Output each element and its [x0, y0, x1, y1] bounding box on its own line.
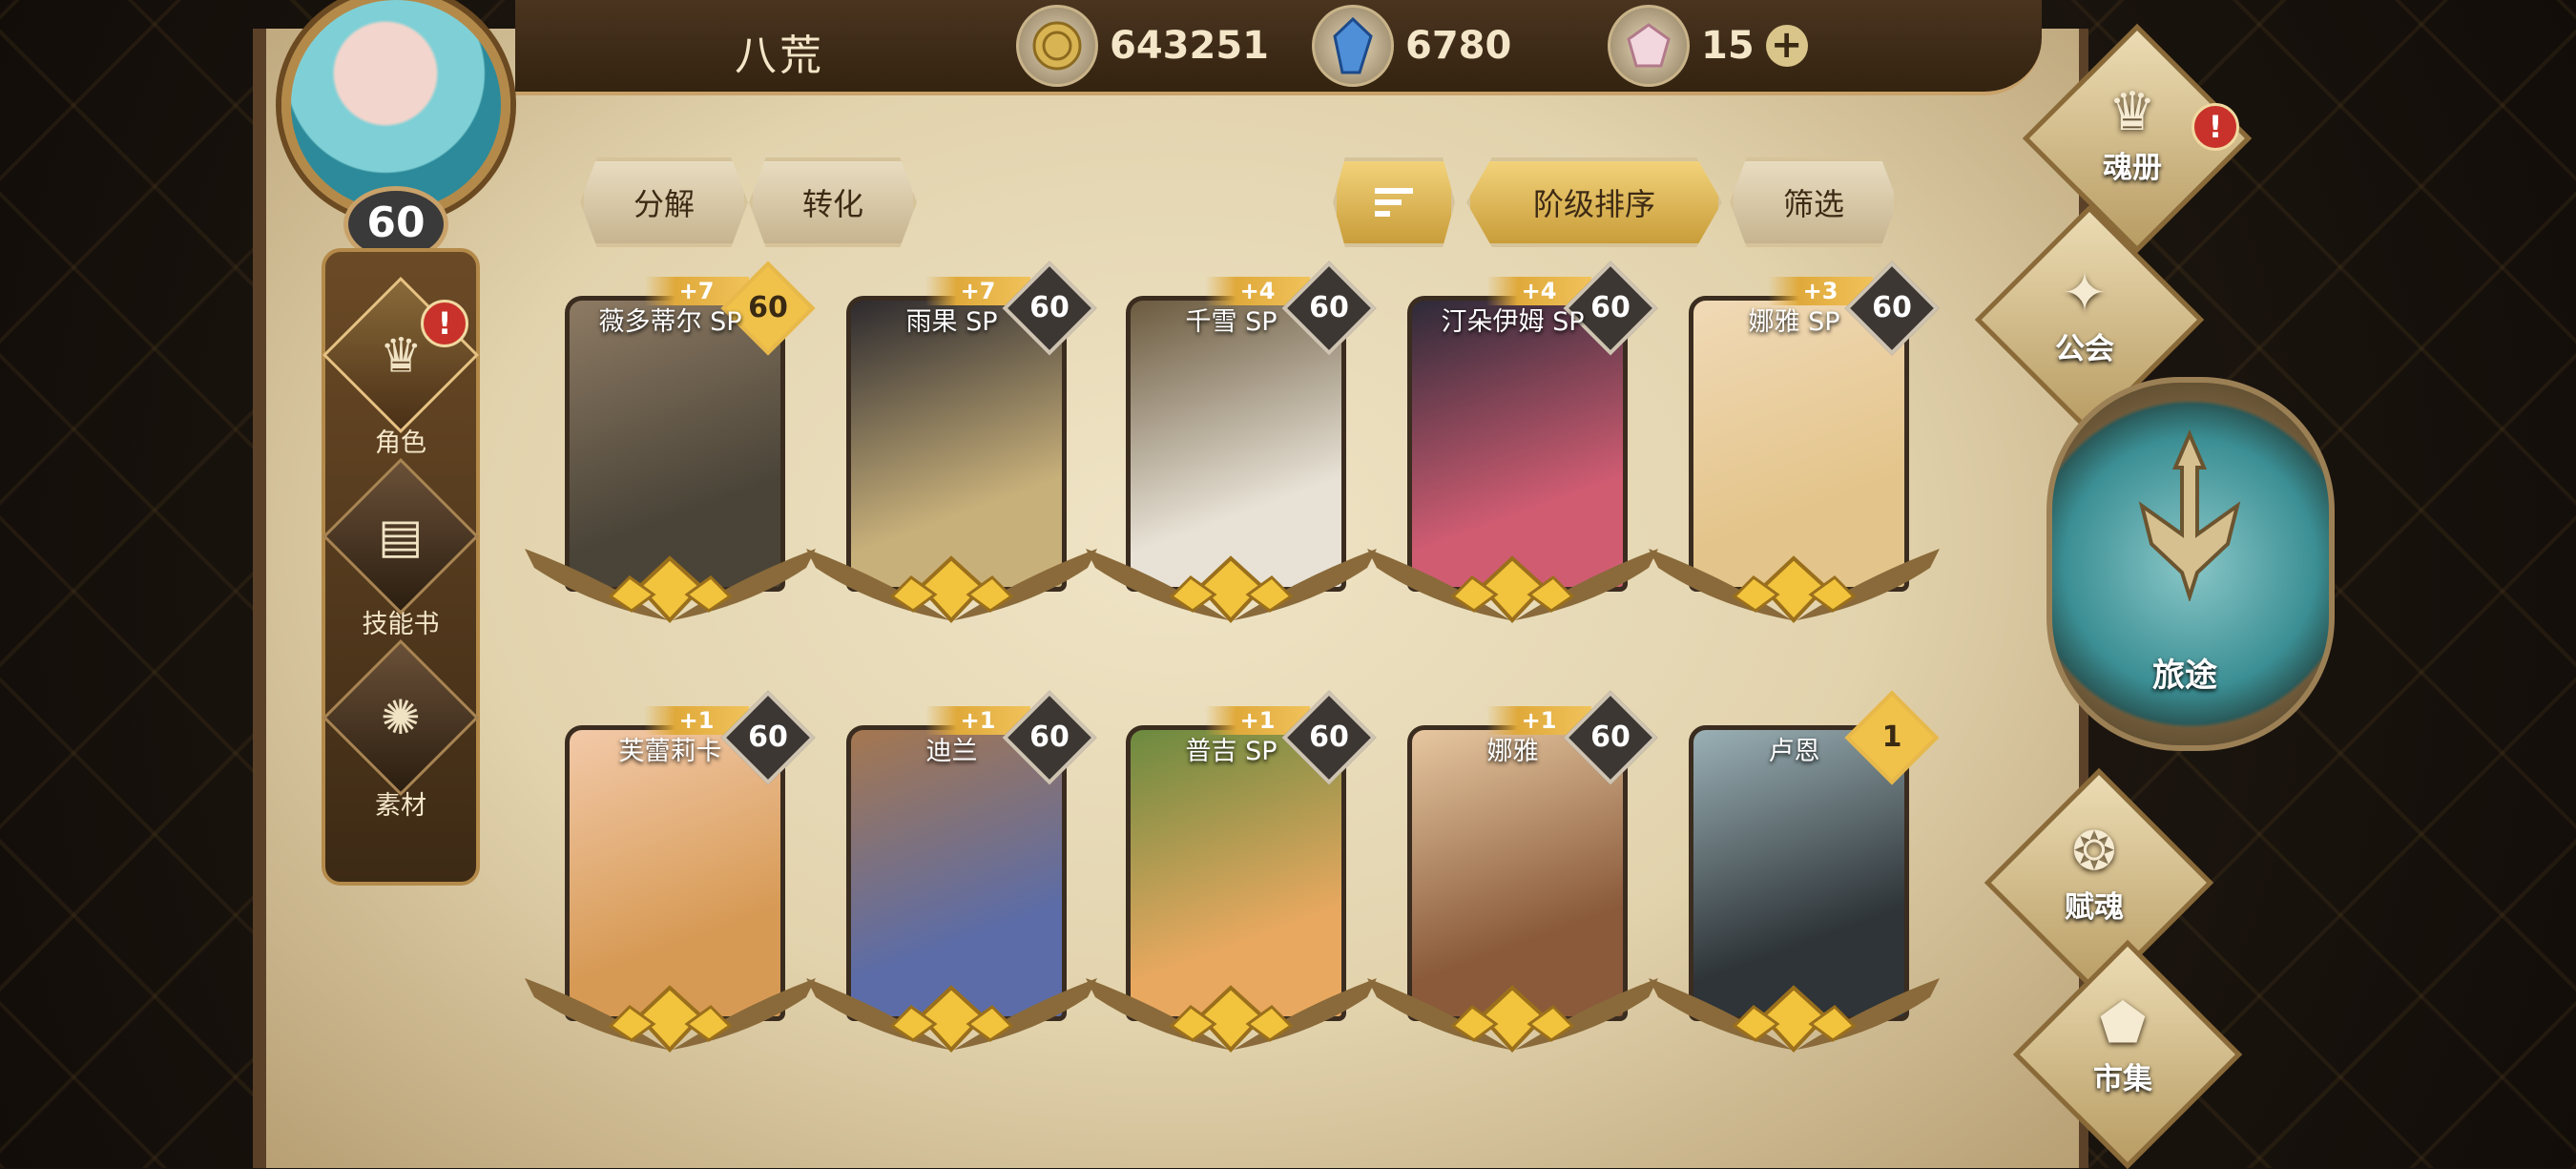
rank-wings-icon [525, 549, 816, 623]
gem-currency: 15 + [1608, 5, 1808, 87]
nav-item-skillbook[interactable]: ▤ 技能书 [322, 457, 480, 640]
filter-button[interactable]: 筛选 [1730, 157, 1898, 247]
crystal-currency: 6780 [1312, 5, 1512, 87]
add-gem-button[interactable]: + [1765, 25, 1808, 67]
hero-card[interactable]: +7 60 薇多蒂尔 SP [525, 261, 816, 649]
guild-label: 公会 [2055, 332, 2114, 366]
gem-value: 15 [1701, 24, 1755, 68]
hero-card[interactable]: +3 60 娜雅 SP [1649, 261, 1940, 649]
rank-wings-icon [806, 978, 1097, 1053]
pentagon-icon: ⬟ [2099, 992, 2147, 1054]
rank-wings-icon [525, 978, 816, 1053]
hero-name: 汀朵伊姆 SP [1441, 307, 1585, 337]
nav-item-character[interactable]: ♛ 角色 ! [322, 276, 480, 459]
gold-value: 643251 [1110, 24, 1269, 68]
hero-name: 迪兰 [925, 737, 978, 766]
market-label: 市集 [2093, 1062, 2152, 1096]
pink-gem-icon [1608, 5, 1690, 87]
soul-infusion-label: 赋魂 [2065, 890, 2124, 925]
hero-card[interactable]: +4 60 千雪 SP [1086, 261, 1377, 649]
hero-card[interactable]: +1 60 迪兰 [806, 690, 1097, 1078]
rank-wings-icon [1086, 549, 1377, 623]
blue-crystal-icon [1312, 5, 1394, 87]
player-name: 八荒 [735, 31, 824, 80]
nav-item-market[interactable]: ⬟ 市集 [2032, 992, 2213, 1097]
rank-wings-icon [1649, 549, 1940, 623]
hero-name: 普吉 SP [1185, 737, 1278, 766]
hero-name: 雨果 SP [905, 307, 998, 337]
player-avatar-frame[interactable]: 60 [253, 0, 549, 262]
rank-wings-icon [1649, 978, 1940, 1053]
convert-button[interactable]: 转化 [749, 157, 917, 247]
alert-badge: ! [421, 300, 468, 347]
hero-card[interactable]: +1 60 芙蕾莉卡 [525, 690, 816, 1078]
nav-item-guild[interactable]: ✦ 公会 [1994, 262, 2175, 367]
soul-book-alert-badge: ! [2192, 103, 2239, 151]
hero-name: 娜雅 [1486, 737, 1539, 766]
journey-label: 旅途 [2152, 657, 2217, 695]
hero-card[interactable]: +4 60 汀朵伊姆 SP [1367, 261, 1658, 649]
rank-wings-icon [1086, 978, 1377, 1053]
sort-direction-button[interactable] [1333, 157, 1455, 247]
rank-wings-icon [1367, 549, 1658, 623]
eagle-icon: ✦ [2062, 262, 2108, 324]
hero-name: 千雪 SP [1185, 307, 1278, 337]
helmet-icon: ♛ [322, 276, 480, 434]
gold-coin-icon [1016, 5, 1098, 87]
beast-icon: ✺ [322, 638, 480, 797]
trident-icon [2138, 429, 2241, 601]
crystal-value: 6780 [1405, 24, 1512, 68]
hero-name: 娜雅 SP [1748, 307, 1840, 337]
hero-name: 卢恩 [1768, 737, 1820, 766]
left-nav: ♛ 角色 ! ▤ 技能书 ✺ 素材 [322, 248, 480, 886]
hero-card[interactable]: +7 60 雨果 SP [806, 261, 1097, 649]
order-sort-button[interactable]: 阶级排序 [1466, 157, 1722, 247]
sort-icon [1375, 188, 1413, 217]
hero-name: 芙蕾莉卡 [618, 737, 722, 766]
gold-currency: 643251 [1016, 5, 1269, 87]
nav-item-soul-infusion[interactable]: ❂ 赋魂 [2004, 821, 2185, 926]
soul-book-label: 魂册 [2103, 151, 2162, 185]
rank-wings-icon [1367, 978, 1658, 1053]
journey-button[interactable]: 旅途 [2046, 377, 2335, 759]
rank-wings-icon [806, 549, 1097, 623]
hero-card[interactable]: +1 60 娜雅 [1367, 690, 1658, 1078]
nav-item-material[interactable]: ✺ 素材 [322, 638, 480, 822]
hero-card[interactable]: +1 60 普吉 SP [1086, 690, 1377, 1078]
hero-name: 薇多蒂尔 SP [598, 307, 742, 337]
decompose-button[interactable]: 分解 [580, 157, 748, 247]
book-icon: ▤ [322, 457, 480, 616]
hero-card[interactable]: 1 卢恩 [1649, 690, 1940, 1078]
flame-icon: ❂ [2071, 821, 2117, 883]
